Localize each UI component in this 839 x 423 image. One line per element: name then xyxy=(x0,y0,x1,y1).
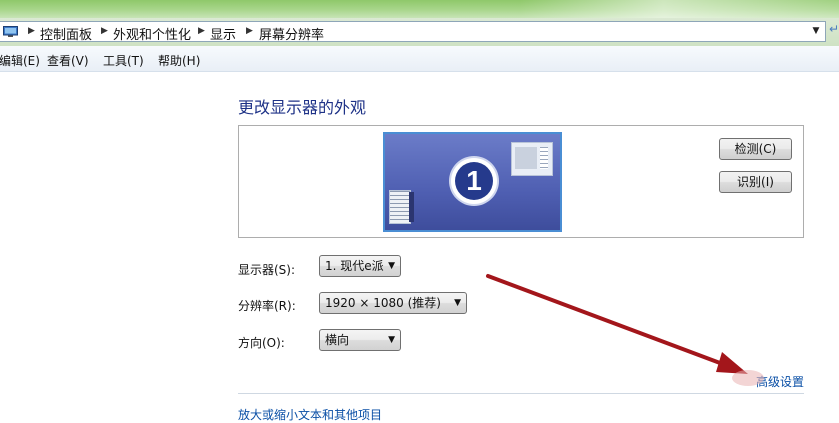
address-box[interactable]: ▶ 控制面板 ▶ 外观和个性化 ▶ 显示 ▶ 屏幕分辨率 ▼ xyxy=(0,21,826,43)
breadcrumb-separator-icon[interactable]: ▶ xyxy=(101,26,108,36)
menu-bar: 编辑(E) 查看(V) 工具(T) 帮助(H) xyxy=(0,46,839,72)
breadcrumb-display[interactable]: 显示 xyxy=(210,24,236,43)
display-label: 显示器(S): xyxy=(238,263,296,277)
menu-tools[interactable]: 工具(T) xyxy=(103,52,144,69)
monitor-number: 1 xyxy=(455,162,493,200)
monitor-1-preview[interactable]: 1 xyxy=(383,132,562,232)
resolution-select[interactable]: 1920 × 1080 (推荐) ▼ xyxy=(319,292,467,314)
advanced-settings-link[interactable]: 高级设置 xyxy=(756,373,804,390)
detect-button[interactable]: 检测(C) xyxy=(719,138,792,160)
address-bar: ▶ 控制面板 ▶ 外观和个性化 ▶ 显示 ▶ 屏幕分辨率 ▼ ↵ xyxy=(0,18,839,46)
orientation-value: 横向 xyxy=(325,333,350,347)
page-title: 更改显示器的外观 xyxy=(238,98,367,117)
resolution-label: 分辨率(R): xyxy=(238,299,296,313)
refresh-icon[interactable]: ↵ xyxy=(829,22,839,40)
breadcrumb-separator-icon[interactable]: ▶ xyxy=(28,26,35,36)
chevron-down-icon: ▼ xyxy=(388,335,395,345)
breadcrumb-separator-icon[interactable]: ▶ xyxy=(246,26,253,36)
breadcrumb-separator-icon[interactable]: ▶ xyxy=(198,26,205,36)
window-title-bar xyxy=(0,0,839,18)
display-select[interactable]: 1. 现代e派 ▼ xyxy=(319,255,401,277)
chevron-down-icon: ▼ xyxy=(454,298,461,308)
resolution-value: 1920 × 1080 (推荐) xyxy=(325,296,441,310)
menu-edit[interactable]: 编辑(E) xyxy=(0,52,40,69)
orientation-label: 方向(O): xyxy=(238,336,285,350)
identify-button[interactable]: 识别(I) xyxy=(719,171,792,193)
monitor-number-badge: 1 xyxy=(451,158,497,204)
menu-view[interactable]: 查看(V) xyxy=(47,52,89,69)
breadcrumb-screen-resolution[interactable]: 屏幕分辨率 xyxy=(259,24,324,43)
divider xyxy=(238,393,804,394)
orientation-select[interactable]: 横向 ▼ xyxy=(319,329,401,351)
window-thumbnail-icon xyxy=(511,142,553,176)
text-size-link[interactable]: 放大或缩小文本和其他项目 xyxy=(238,406,382,423)
chevron-down-icon[interactable]: ▼ xyxy=(809,23,823,40)
monitor-preview-panel: 1 检测(C) 识别(I) xyxy=(238,125,804,238)
title-bar-glow xyxy=(520,0,839,18)
document-thumbnail-icon xyxy=(389,190,411,224)
computer-icon xyxy=(3,26,18,37)
document-edge-icon xyxy=(409,192,414,222)
breadcrumb-control-panel[interactable]: 控制面板 xyxy=(40,24,92,43)
menu-help[interactable]: 帮助(H) xyxy=(158,52,200,69)
breadcrumb-appearance[interactable]: 外观和个性化 xyxy=(113,24,191,43)
chevron-down-icon: ▼ xyxy=(388,261,395,271)
display-value: 1. 现代e派 xyxy=(325,259,384,273)
